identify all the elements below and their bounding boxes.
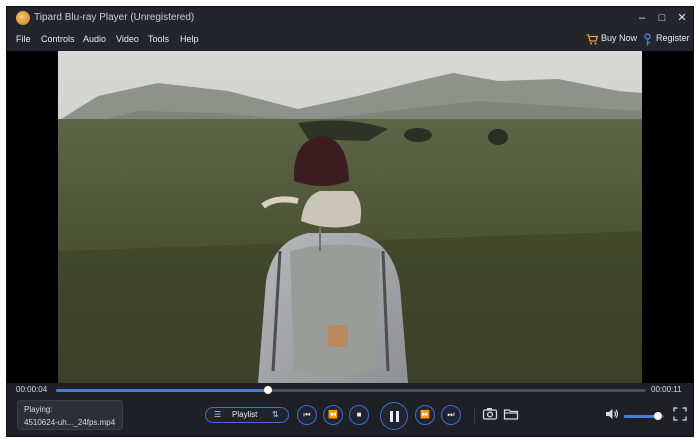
now-playing-box: Playing: 4510624-uh..._24fps.mp4 [17, 400, 123, 430]
rewind-button[interactable]: ⏪ [323, 405, 343, 425]
current-time: 00:00:04 [16, 385, 48, 394]
key-icon[interactable] [643, 33, 652, 46]
close-button[interactable]: ✕ [674, 10, 690, 26]
playlist-order-icon[interactable]: ⇅ [272, 410, 279, 419]
fullscreen-icon[interactable] [672, 406, 688, 422]
menu-bar: File Controls Audio Video Tools Help Buy… [7, 29, 693, 51]
previous-button[interactable]: ⏮ [297, 405, 317, 425]
title-bar: Tipard Blu-ray Player (Unregistered) – □… [7, 7, 693, 29]
stop-icon: ■ [356, 410, 362, 419]
menu-video[interactable]: Video [116, 34, 139, 44]
divider [474, 407, 475, 423]
buy-now-link[interactable]: Buy Now [601, 33, 637, 43]
playing-file-name: 4510624-uh..._24fps.mp4 [24, 418, 116, 427]
video-frame [58, 51, 642, 383]
fast-forward-icon: ⏩ [420, 410, 430, 419]
total-time: 00:00:11 [651, 385, 682, 394]
fast-forward-button[interactable]: ⏩ [415, 405, 435, 425]
playing-label: Playing: [24, 405, 53, 414]
next-icon: ⏭ [447, 410, 455, 419]
playlist-label: Playlist [232, 410, 258, 419]
pause-button[interactable] [380, 402, 408, 430]
cart-icon[interactable] [586, 34, 598, 45]
pause-icon-bar [396, 411, 399, 422]
video-area[interactable] [7, 51, 693, 383]
volume-slider[interactable] [624, 412, 664, 420]
progress-fill [56, 389, 269, 392]
player-window: Tipard Blu-ray Player (Unregistered) – □… [6, 6, 694, 437]
camera-icon[interactable] [482, 406, 498, 422]
control-bar: Playing: 4510624-uh..._24fps.mp4 ☰ Playl… [7, 397, 693, 436]
next-button[interactable]: ⏭ [441, 405, 461, 425]
menu-controls[interactable]: Controls [41, 34, 75, 44]
folder-icon[interactable] [503, 406, 519, 422]
playlist-button[interactable]: ☰ Playlist ⇅ [205, 407, 289, 423]
menu-audio[interactable]: Audio [83, 34, 106, 44]
volume-fill [624, 415, 658, 418]
progress-handle[interactable] [264, 386, 273, 394]
menu-file[interactable]: File [16, 34, 31, 44]
register-link[interactable]: Register [656, 33, 690, 43]
menu-tools[interactable]: Tools [148, 34, 169, 44]
tipard-logo-icon [16, 11, 30, 25]
pause-icon [390, 411, 393, 422]
list-icon: ☰ [214, 410, 222, 419]
minimize-button[interactable]: – [634, 10, 650, 26]
rewind-icon: ⏪ [328, 410, 338, 419]
video-frame-image [58, 51, 642, 383]
maximize-button[interactable]: □ [654, 10, 670, 26]
menu-help[interactable]: Help [180, 34, 199, 44]
volume-icon[interactable] [604, 406, 620, 422]
window-title: Tipard Blu-ray Player (Unregistered) [34, 12, 195, 23]
progress-bar[interactable] [56, 386, 646, 394]
volume-handle[interactable] [654, 412, 662, 420]
progress-row: 00:00:04 00:00:11 [7, 383, 693, 397]
stop-button[interactable]: ■ [349, 405, 369, 425]
previous-icon: ⏮ [303, 410, 311, 419]
